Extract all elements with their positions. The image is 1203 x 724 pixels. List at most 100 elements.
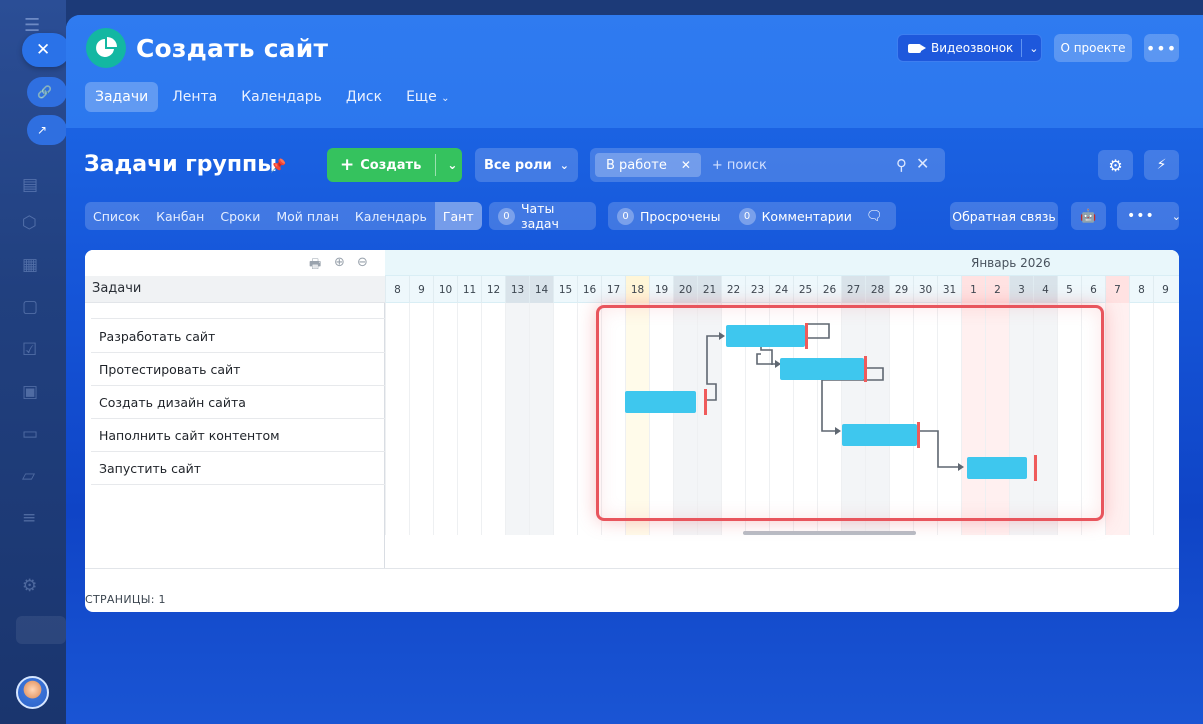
about-project-button[interactable]: О проекте — [1054, 34, 1132, 62]
project-title: Создать сайт — [136, 34, 329, 63]
automation-button[interactable]: ⚡ — [1144, 150, 1179, 180]
divider — [85, 568, 1179, 569]
view-list[interactable]: Список — [85, 202, 148, 230]
more-options-button[interactable]: ••• — [1144, 34, 1179, 62]
feedback-button[interactable]: Обратная связь — [950, 202, 1058, 230]
sidebar-icon-page: ▢ — [22, 297, 39, 317]
plus-icon: + — [340, 155, 355, 175]
zoom-in-icon[interactable]: ⊕ — [334, 255, 345, 270]
videocall-button[interactable]: Видеозвонок ⌄ — [897, 34, 1042, 62]
sidebar-icon-drive: ▭ — [22, 424, 39, 444]
chevron-down-icon[interactable]: ⌄ — [1172, 210, 1181, 223]
videocall-label: Видеозвонок — [931, 41, 1014, 55]
gear-icon: ⚙ — [1108, 155, 1123, 175]
view-my-plan[interactable]: Мой план — [268, 202, 347, 230]
deadline-marker[interactable] — [864, 356, 867, 382]
counter-label[interactable]: Просрочены — [640, 209, 721, 224]
filter-chip-label: В работе — [606, 157, 667, 173]
view-more-button[interactable]: ••• ⌄ — [1117, 202, 1181, 230]
chevron-down-icon[interactable]: ⌄ — [447, 158, 457, 172]
settings-button[interactable]: ⚙ — [1098, 150, 1133, 180]
tasks-column-label: Задачи — [92, 281, 142, 296]
robots-button[interactable]: 🤖 — [1071, 202, 1106, 230]
task-row[interactable]: Разработать сайт — [91, 320, 385, 353]
search-input[interactable] — [711, 157, 902, 173]
horizontal-scrollbar[interactable] — [743, 531, 916, 535]
chevron-down-icon[interactable]: ⌄ — [1029, 42, 1038, 55]
counter-badge[interactable]: 0 — [738, 207, 756, 225]
tab-tasks[interactable]: Задачи — [85, 82, 159, 112]
sidebar-icon-hex: ⬡ — [22, 213, 37, 233]
roles-label: Все роли — [483, 157, 552, 173]
external-link-icon: ↗ — [37, 123, 48, 137]
gantt-bar[interactable] — [625, 391, 696, 413]
page-title: Задачи группы — [84, 152, 278, 177]
counter-label[interactable]: Комментарии — [762, 209, 852, 224]
pin-icon[interactable]: 📌 — [270, 159, 286, 174]
view-deadlines[interactable]: Сроки — [212, 202, 268, 230]
group-row — [91, 303, 385, 319]
more-icon: ••• — [1145, 38, 1178, 58]
gantt-bar[interactable] — [842, 424, 917, 446]
tab-more-label: Еще — [406, 89, 437, 105]
dependency-links — [706, 323, 964, 471]
copy-link-button[interactable]: 🔗 — [27, 77, 67, 107]
camera-icon — [908, 43, 926, 53]
tab-calendar[interactable]: Календарь — [231, 82, 332, 112]
tasks-column-header: Задачи — [85, 276, 385, 303]
counter-badge: 0 — [498, 207, 515, 225]
sidebar-icon-filter: ≡ — [22, 508, 37, 528]
pie-chart-icon — [96, 37, 117, 57]
close-icon: ✕ — [36, 40, 51, 60]
task-chats-counter[interactable]: 0 Чаты задач — [489, 201, 596, 231]
comments-read-icon[interactable]: 🗨 — [866, 209, 883, 224]
filter-chip[interactable]: В работе ✕ — [595, 153, 701, 177]
link-icon: 🔗 — [37, 85, 52, 99]
create-label: Создать — [360, 157, 422, 173]
tab-disk[interactable]: Диск — [336, 82, 392, 112]
search-filter[interactable]: В работе ✕ ⚲ ✕ — [590, 148, 945, 182]
overdue-comments-counters: 0 Просрочены 0 Комментарии 🗨 — [608, 202, 896, 230]
sidebar-icon-board: ▣ — [22, 382, 39, 402]
view-calendar[interactable]: Календарь — [347, 202, 435, 230]
search-icon[interactable]: ⚲ — [896, 156, 907, 174]
task-row[interactable]: Создать дизайн сайта — [91, 386, 385, 419]
pagination-label: СТРАНИЦЫ: 1 — [85, 593, 166, 606]
sidebar-placeholder — [16, 616, 66, 644]
chip-remove-icon[interactable]: ✕ — [681, 158, 691, 172]
counter-badge[interactable]: 0 — [617, 207, 634, 225]
tab-feed[interactable]: Лента — [162, 82, 227, 112]
task-row[interactable]: Протестировать сайт — [91, 353, 385, 386]
chevron-down-icon: ⌄ — [559, 158, 570, 172]
view-gantt[interactable]: Гант — [434, 202, 482, 230]
deadline-marker[interactable] — [1034, 455, 1037, 481]
close-slider-button[interactable]: ✕ — [22, 33, 70, 67]
view-kanban[interactable]: Канбан — [148, 202, 212, 230]
printer-icon[interactable]: 🖶 — [309, 255, 321, 277]
project-logo — [86, 28, 126, 68]
gantt-bar[interactable] — [726, 325, 805, 347]
clear-search-icon[interactable]: ✕ — [916, 154, 929, 173]
tab-more[interactable]: Еще ⌄ — [396, 82, 460, 112]
zoom-out-icon[interactable]: ⊖ — [357, 255, 368, 270]
avatar[interactable] — [16, 676, 49, 709]
sidebar-icon-calendar: ▦ — [22, 255, 39, 275]
gantt-timeline: Январь 2026 8 9 10 11 12 13 14 15 16 17 18 19 20 21 22… — [385, 250, 1179, 568]
roles-filter-button[interactable]: Все роли ⌄ — [475, 148, 578, 182]
open-new-window-button[interactable]: ↗ — [27, 115, 67, 145]
deadline-marker[interactable] — [805, 323, 808, 349]
task-row[interactable]: Запустить сайт — [91, 452, 385, 485]
gantt-bar[interactable] — [780, 358, 864, 380]
sidebar-icon-mail: ▱ — [22, 466, 36, 486]
sidebar-icon-check: ☑ — [22, 340, 38, 360]
task-row[interactable]: Наполнить сайт контентом — [91, 419, 385, 452]
gantt-bar[interactable] — [967, 457, 1027, 479]
deadline-marker[interactable] — [704, 389, 707, 415]
divider — [1021, 39, 1023, 57]
deadline-marker[interactable] — [917, 422, 920, 448]
view-switcher: Список Канбан Сроки Мой план Календарь Г… — [85, 202, 482, 230]
chevron-down-icon: ⌄ — [441, 93, 450, 104]
project-nav: Задачи Лента Календарь Диск Еще ⌄ — [85, 82, 464, 112]
more-icon: ••• — [1127, 208, 1155, 224]
create-task-button[interactable]: + Создать ⌄ — [327, 148, 462, 182]
